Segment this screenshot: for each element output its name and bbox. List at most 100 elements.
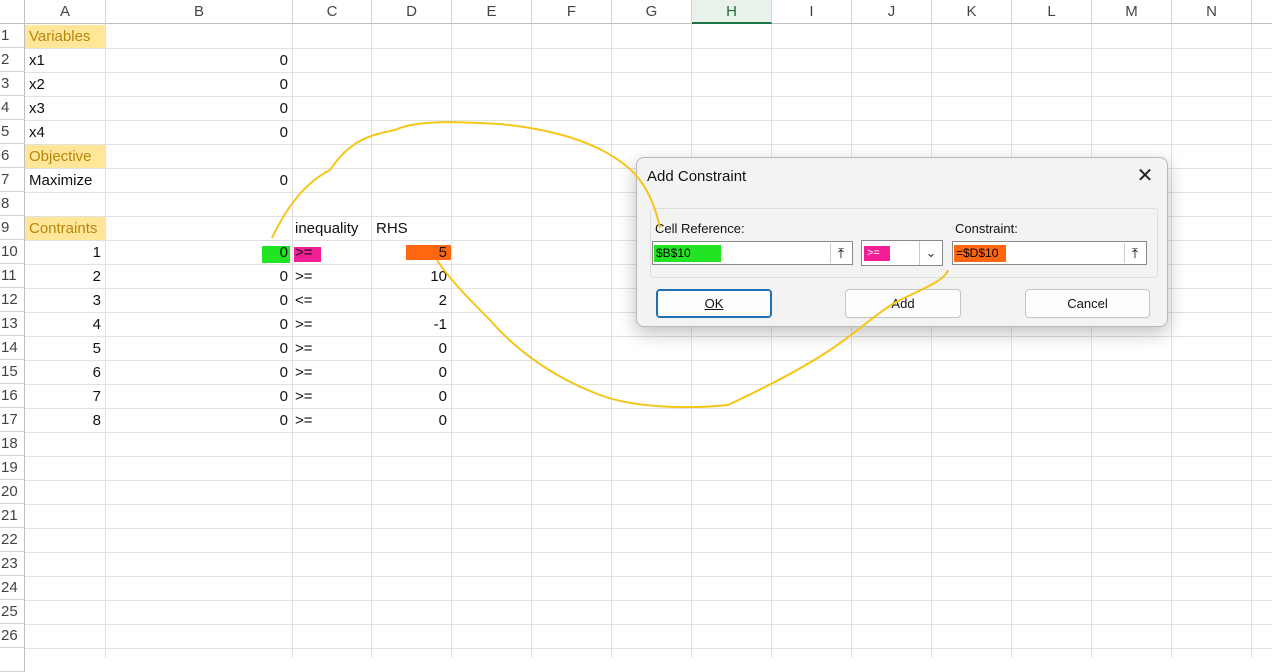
- column-header-m[interactable]: M: [1092, 0, 1172, 24]
- column-header-l[interactable]: L: [1012, 0, 1092, 24]
- cell-c9[interactable]: inequality: [293, 217, 371, 240]
- column-header-j[interactable]: J: [852, 0, 932, 24]
- collapse-range-icon[interactable]: ⤒: [830, 243, 851, 263]
- cell-a3[interactable]: x2: [25, 73, 105, 96]
- column-header-i[interactable]: I: [772, 0, 852, 24]
- cell-a16[interactable]: 7: [25, 385, 105, 408]
- row-header[interactable]: 15: [0, 360, 25, 384]
- cell-d9[interactable]: RHS: [372, 217, 451, 240]
- cell-b7[interactable]: 0: [106, 169, 292, 192]
- column-header-e[interactable]: E: [452, 0, 532, 24]
- cell-c13[interactable]: >=: [293, 313, 371, 336]
- cell-a10[interactable]: 1: [25, 241, 105, 264]
- row-header[interactable]: 6: [0, 144, 25, 168]
- row-header[interactable]: 7: [0, 168, 25, 192]
- row-header[interactable]: 19: [0, 456, 25, 480]
- row-header[interactable]: 5: [0, 120, 25, 144]
- cell-b15[interactable]: 0: [106, 361, 292, 384]
- cell-a11[interactable]: 2: [25, 265, 105, 288]
- row-header[interactable]: 3: [0, 72, 25, 96]
- cell-b16[interactable]: 0: [106, 385, 292, 408]
- cell-b12[interactable]: 0: [106, 289, 292, 312]
- row-header[interactable]: 14: [0, 336, 25, 360]
- row-header[interactable]: 8: [0, 192, 25, 216]
- row-header[interactable]: 12: [0, 288, 25, 312]
- cell-b17[interactable]: 0: [106, 409, 292, 432]
- row-header[interactable]: 21: [0, 504, 25, 528]
- row-header[interactable]: 26: [0, 624, 25, 648]
- ok-button[interactable]: OK: [656, 289, 772, 318]
- cell-d13[interactable]: -1: [372, 313, 451, 336]
- add-button[interactable]: Add: [845, 289, 961, 318]
- cell-d14[interactable]: 0: [372, 337, 451, 360]
- cell-a6-objective-label[interactable]: Objective: [25, 145, 105, 168]
- cell-a13[interactable]: 4: [25, 313, 105, 336]
- cell-a17[interactable]: 8: [25, 409, 105, 432]
- row-header[interactable]: 24: [0, 576, 25, 600]
- cell-c15[interactable]: >=: [293, 361, 371, 384]
- cell-a2[interactable]: x1: [25, 49, 105, 72]
- row-header[interactable]: 23: [0, 552, 25, 576]
- row-header[interactable]: 4: [0, 96, 25, 120]
- cell-b5[interactable]: 0: [106, 121, 292, 144]
- cell-a1-variables-label[interactable]: Variables: [25, 25, 105, 48]
- cell-c11[interactable]: >=: [293, 265, 371, 288]
- column-header-a[interactable]: A: [25, 0, 106, 24]
- column-header-k[interactable]: K: [932, 0, 1012, 24]
- cell-a7[interactable]: Maximize: [25, 169, 105, 192]
- cell-b3[interactable]: 0: [106, 73, 292, 96]
- select-all-corner[interactable]: [0, 0, 25, 24]
- cell-d11[interactable]: 10: [372, 265, 451, 288]
- operator-select[interactable]: >= ⌄: [861, 240, 943, 266]
- cell-b13[interactable]: 0: [106, 313, 292, 336]
- column-header-h[interactable]: H: [692, 0, 772, 24]
- cell-a5[interactable]: x4: [25, 121, 105, 144]
- row-header[interactable]: 13: [0, 312, 25, 336]
- row-header[interactable]: 17: [0, 408, 25, 432]
- cell-d10[interactable]: 5: [372, 241, 451, 264]
- column-header-f[interactable]: F: [532, 0, 612, 24]
- constraint-input[interactable]: =$D$10 ⤒: [952, 241, 1147, 265]
- cell-b10[interactable]: 0: [106, 241, 292, 264]
- cancel-button[interactable]: Cancel: [1025, 289, 1150, 318]
- cell-a14[interactable]: 5: [25, 337, 105, 360]
- dialog-title: Add Constraint: [647, 168, 747, 185]
- cell-c12[interactable]: <=: [293, 289, 371, 312]
- row-header[interactable]: 18: [0, 432, 25, 456]
- close-icon[interactable]: ✕: [1135, 166, 1155, 186]
- cell-d12[interactable]: 2: [372, 289, 451, 312]
- row-header[interactable]: 22: [0, 528, 25, 552]
- cell-reference-input[interactable]: $B$10 ⤒: [652, 241, 853, 265]
- cell-d16[interactable]: 0: [372, 385, 451, 408]
- row-header[interactable]: 1: [0, 24, 25, 48]
- cell-d17[interactable]: 0: [372, 409, 451, 432]
- cell-c16[interactable]: >=: [293, 385, 371, 408]
- column-header-b[interactable]: B: [106, 0, 293, 24]
- column-header-d[interactable]: D: [372, 0, 452, 24]
- cell-a4[interactable]: x3: [25, 97, 105, 120]
- cell-b2[interactable]: 0: [106, 49, 292, 72]
- row-header[interactable]: 20: [0, 480, 25, 504]
- cell-a12[interactable]: 3: [25, 289, 105, 312]
- cell-c14[interactable]: >=: [293, 337, 371, 360]
- cell-d15[interactable]: 0: [372, 361, 451, 384]
- row-header[interactable]: 25: [0, 600, 25, 624]
- add-constraint-dialog: Add Constraint ✕ Cell Reference: $B$10 ⤒…: [636, 157, 1168, 327]
- row-header[interactable]: 9: [0, 216, 25, 240]
- column-header-g[interactable]: G: [612, 0, 692, 24]
- collapse-range-icon[interactable]: ⤒: [1124, 243, 1145, 263]
- column-header-c[interactable]: C: [293, 0, 372, 24]
- cell-b11[interactable]: 0: [106, 265, 292, 288]
- cell-b4[interactable]: 0: [106, 97, 292, 120]
- chevron-down-icon[interactable]: ⌄: [919, 241, 942, 265]
- row-header[interactable]: 10: [0, 240, 25, 264]
- row-header[interactable]: 2: [0, 48, 25, 72]
- cell-c10[interactable]: >=: [293, 241, 371, 264]
- row-header[interactable]: 11: [0, 264, 25, 288]
- cell-b14[interactable]: 0: [106, 337, 292, 360]
- cell-a15[interactable]: 6: [25, 361, 105, 384]
- column-header-n[interactable]: N: [1172, 0, 1252, 24]
- cell-a9-constraints-label[interactable]: Contraints: [25, 217, 105, 240]
- cell-c17[interactable]: >=: [293, 409, 371, 432]
- row-header[interactable]: 16: [0, 384, 25, 408]
